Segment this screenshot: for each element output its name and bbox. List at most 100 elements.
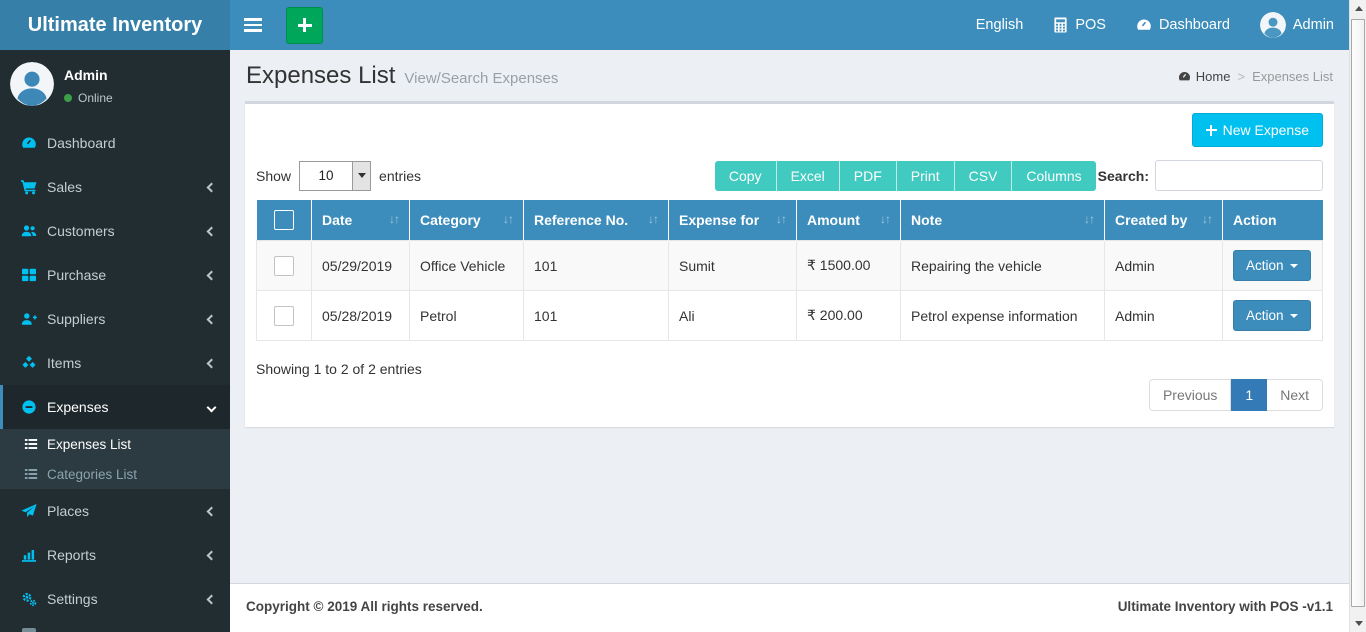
sidebar-item-label: Places: [47, 503, 90, 519]
new-expense-button[interactable]: New Expense: [1191, 113, 1323, 147]
pos-link[interactable]: POS: [1038, 0, 1121, 50]
avatar: [1259, 12, 1286, 38]
sidebar-item-sales[interactable]: Sales: [0, 165, 230, 209]
chevron-left-icon: [206, 314, 217, 324]
sidebar-item-suppliers[interactable]: Suppliers: [0, 297, 230, 341]
language-menu[interactable]: English: [961, 0, 1039, 50]
sort-icon: ↓↑: [389, 212, 400, 226]
sort-icon: ↓↑: [1084, 212, 1095, 226]
page-length-control: Show 10 entries: [256, 160, 421, 191]
table-row: 05/29/2019 Office Vehicle 101 Sumit ₹ 15…: [256, 240, 1323, 291]
column-header-reference[interactable]: ↓↑ Reference No.: [523, 200, 669, 241]
caret-down-icon: [1289, 313, 1298, 318]
dashboard-icon: [1178, 70, 1191, 83]
sidebar-item-dashboard[interactable]: Dashboard: [0, 121, 230, 165]
action-button[interactable]: Action: [1233, 250, 1311, 281]
quick-add-button[interactable]: [286, 6, 323, 44]
cell-amount: ₹ 200.00: [796, 290, 901, 341]
language-label: English: [975, 17, 1024, 33]
sidebar-item-label: Customers: [47, 223, 115, 239]
sidebar-item-label: Reports: [47, 547, 97, 563]
dashboard-link[interactable]: Dashboard: [1121, 0, 1245, 50]
copyright-text: Copyright © 2019 All rights reserved.: [246, 599, 483, 614]
scroll-up-button[interactable]: [1350, 0, 1366, 17]
sidebar-item-partial-icon: [22, 628, 36, 632]
chevron-left-icon: [206, 506, 217, 516]
breadcrumb-current: Expenses List: [1252, 69, 1333, 84]
print-button[interactable]: Print: [895, 160, 954, 191]
caret-down-icon: [1289, 263, 1298, 268]
sidebar-item-expenses-list[interactable]: Expenses List: [0, 429, 230, 459]
export-button-group: Copy Excel PDF Print CSV Columns: [714, 160, 1096, 191]
pdf-button[interactable]: PDF: [838, 160, 896, 191]
calculator-icon: [1053, 17, 1068, 33]
chevron-left-icon: [206, 358, 217, 368]
sort-icon: ↓↑: [648, 212, 659, 226]
sort-icon: ↓↑: [1202, 212, 1213, 226]
sidebar-item-categories-list[interactable]: Categories List: [0, 459, 230, 489]
sidebar-toggle-button[interactable]: [230, 0, 276, 50]
breadcrumb-separator: >: [1237, 69, 1246, 84]
sidebar: Admin Online Dashboard Sales Customers P…: [0, 50, 230, 632]
paper-plane-icon: [21, 503, 37, 519]
bar-chart-icon: [21, 547, 37, 563]
show-label: Show: [256, 167, 292, 184]
page-1-button[interactable]: 1: [1231, 379, 1268, 411]
cell-date: 05/28/2019: [311, 290, 410, 341]
cell-reference: 101: [523, 290, 669, 341]
page-subtitle: View/Search Expenses: [404, 70, 559, 87]
excel-button[interactable]: Excel: [775, 160, 839, 191]
sidebar-item-settings[interactable]: Settings: [0, 577, 230, 621]
cubes-icon: [21, 355, 37, 371]
chevron-left-icon: [206, 182, 217, 192]
scrollbar-thumb[interactable]: [1351, 19, 1365, 607]
sidebar-item-reports[interactable]: Reports: [0, 533, 230, 577]
csv-button[interactable]: CSV: [953, 160, 1012, 191]
scroll-down-button[interactable]: [1350, 615, 1366, 632]
column-header-created-by[interactable]: ↓↑ Created by: [1104, 200, 1223, 241]
sidebar-item-label: Sales: [47, 179, 83, 195]
search-input[interactable]: [1155, 160, 1323, 191]
sidebar-item-items[interactable]: Items: [0, 341, 230, 385]
gears-icon: [21, 591, 37, 607]
chevron-left-icon: [206, 226, 217, 236]
column-header-note[interactable]: ↓↑ Note: [900, 200, 1105, 241]
user-panel: Admin Online: [0, 50, 230, 118]
expenses-submenu: Expenses List Categories List: [0, 429, 230, 489]
app-logo[interactable]: Ultimate Inventory: [0, 0, 230, 50]
cell-expense-for: Ali: [668, 290, 797, 341]
column-header-amount[interactable]: ↓↑ Amount: [796, 200, 901, 241]
row-checkbox[interactable]: [274, 305, 294, 326]
breadcrumb-home-link[interactable]: Home: [1178, 69, 1230, 84]
action-button[interactable]: Action: [1233, 300, 1311, 331]
page-length-select[interactable]: 10: [299, 160, 372, 191]
column-header-expense-for[interactable]: ↓↑ Expense for: [668, 200, 797, 241]
users-icon: [21, 223, 37, 239]
sidebar-item-places[interactable]: Places: [0, 489, 230, 533]
cell-note: Petrol expense information: [900, 290, 1105, 341]
select-all-header[interactable]: [256, 200, 312, 241]
sidebar-item-label: Expenses: [47, 399, 109, 415]
user-status: Online: [64, 91, 113, 105]
dashboard-icon: [21, 135, 37, 151]
sidebar-item-expenses[interactable]: Expenses: [0, 385, 230, 429]
previous-page-button[interactable]: Previous: [1148, 379, 1232, 411]
online-dot-icon: [64, 94, 72, 102]
column-header-date[interactable]: ↓↑ Date: [311, 200, 410, 241]
user-plus-icon: [21, 311, 37, 327]
vertical-scrollbar[interactable]: [1349, 0, 1366, 632]
copy-button[interactable]: Copy: [714, 160, 776, 191]
next-page-button[interactable]: Next: [1267, 379, 1323, 411]
submenu-item-label: Expenses List: [47, 436, 132, 452]
row-checkbox[interactable]: [274, 255, 294, 276]
chevron-left-icon: [206, 550, 217, 560]
columns-button[interactable]: Columns: [1011, 160, 1096, 191]
user-menu[interactable]: Admin: [1245, 0, 1349, 50]
sort-icon: ↓↑: [776, 212, 787, 226]
sidebar-item-purchase[interactable]: Purchase: [0, 253, 230, 297]
chevron-left-icon: [206, 594, 217, 604]
select-all-checkbox[interactable]: [273, 210, 294, 230]
column-header-category[interactable]: ↓↑ Category: [409, 200, 524, 241]
search-label: Search:: [1097, 167, 1149, 184]
sidebar-item-customers[interactable]: Customers: [0, 209, 230, 253]
